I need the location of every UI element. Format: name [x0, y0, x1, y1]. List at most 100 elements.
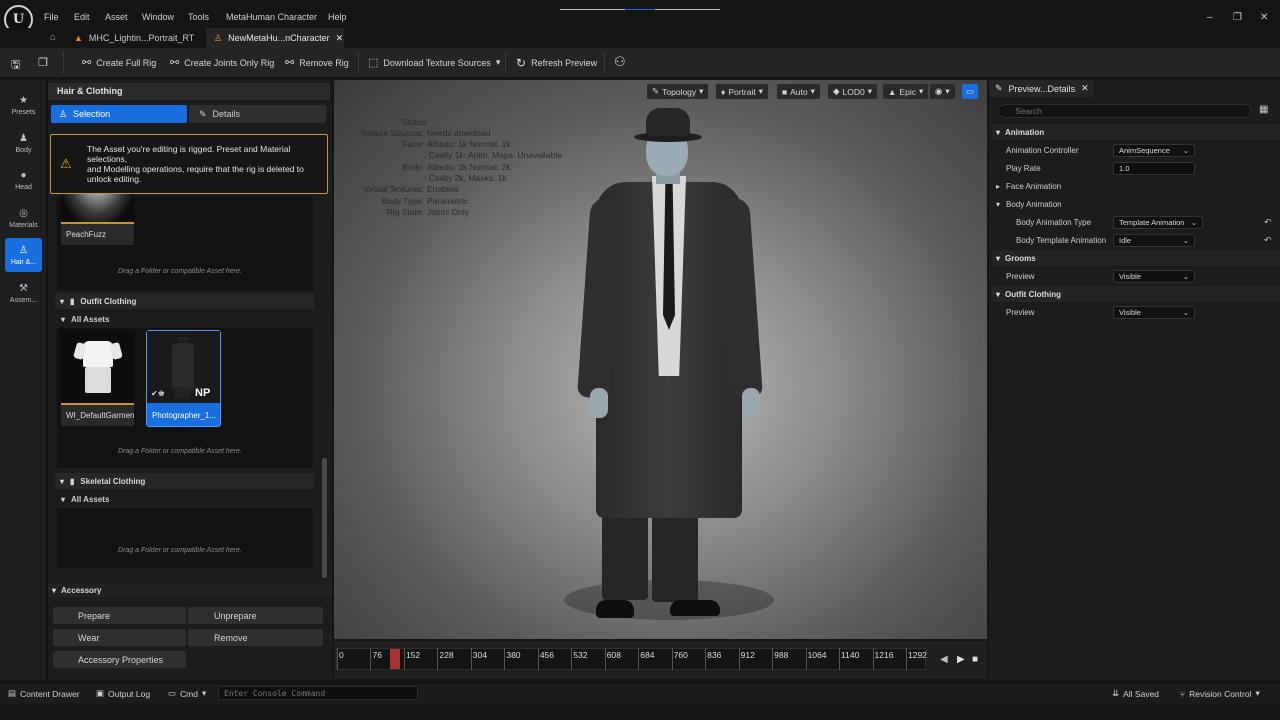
menu-window[interactable]: Window: [142, 12, 174, 22]
body-animation-type-dropdown[interactable]: Template Animation ⌄: [1113, 216, 1203, 229]
category-grooms[interactable]: ▾ Grooms: [992, 250, 1280, 266]
stats-toggle[interactable]: ▭: [962, 84, 979, 99]
skeletal-clothing-header[interactable]: ▾ ▮ Skeletal Clothing: [55, 473, 314, 489]
prop-face-animation[interactable]: ▸ Face Animation: [992, 177, 1280, 195]
camera-dropdown[interactable]: ■ Auto ▾: [777, 84, 820, 99]
texture-icon: ⬚: [368, 57, 379, 69]
category-animation[interactable]: ▾ Animation: [992, 124, 1280, 140]
timeline-tick-label: 456: [539, 650, 554, 660]
animation-controller-dropdown[interactable]: AnimSequence ⌄: [1113, 144, 1195, 157]
user-icon[interactable]: ⚇: [614, 54, 626, 70]
category-outfit-clothing[interactable]: ▾ Outfit Clothing: [992, 286, 1280, 302]
tab-new-metahuman-character[interactable]: ♙ NewMetaHu...nCharacter ✕: [206, 28, 344, 48]
photographer-tile[interactable]: ✔♚ NP Photographer_1...: [146, 330, 221, 427]
reset-icon[interactable]: ↶: [1264, 235, 1272, 246]
all-saved-button[interactable]: ⇊ All Saved: [1112, 688, 1159, 699]
menu-edit[interactable]: Edit: [74, 12, 90, 22]
lighting-dropdown[interactable]: ♦ Portrait ▾: [716, 84, 769, 99]
close-window-icon[interactable]: ✕: [1260, 12, 1268, 23]
menu-asset[interactable]: Asset: [105, 12, 128, 22]
content-drawer-button[interactable]: ▤ Content Drawer: [8, 688, 80, 699]
loading-progress-line: [560, 9, 720, 10]
grooms-preview-dropdown[interactable]: Visible ⌄: [1113, 270, 1195, 283]
category-label: Grooms: [1005, 253, 1036, 263]
outfit-clothing-header[interactable]: ▾ ▮ Outfit Clothing: [55, 293, 314, 309]
topology-dropdown[interactable]: ✎ Topology ▾: [647, 84, 709, 99]
play-icon[interactable]: ▶: [957, 654, 965, 665]
browse-asset-icon[interactable]: ❐: [38, 56, 48, 69]
menu-help[interactable]: Help: [328, 12, 347, 22]
sidebar-item-hair-clothing[interactable]: ♙ Hair &...: [5, 238, 42, 272]
tab-details[interactable]: ✎ Details: [189, 105, 326, 123]
save-icon[interactable]: 🖫: [11, 56, 20, 75]
chevron-down-icon: ▾: [867, 86, 873, 96]
prepare-button[interactable]: Prepare: [53, 607, 186, 624]
tab-lighting-portrait[interactable]: ▲ MHC_Lightin...Portrait_RT: [66, 28, 202, 48]
menu-metahuman-character[interactable]: MetaHuman Character: [226, 12, 317, 22]
timeline-tick: [470, 648, 472, 670]
timeline-track[interactable]: [336, 648, 926, 670]
unprepare-button[interactable]: Unprepare: [188, 607, 323, 624]
pill-label: Topology: [662, 86, 697, 97]
menu-tools[interactable]: Tools: [188, 12, 209, 22]
close-tab-icon[interactable]: ✕: [336, 33, 344, 44]
tab-selection[interactable]: ♙ Selection: [51, 105, 187, 123]
default-garment-tile[interactable]: WI_DefaultGarment: [61, 331, 134, 426]
view-options-dropdown[interactable]: ◉ ▾: [930, 84, 955, 99]
prop-body-animation[interactable]: ▾ Body Animation: [992, 195, 1280, 213]
minimize-icon[interactable]: –: [1207, 12, 1213, 23]
pencil-icon: ✎: [199, 108, 207, 119]
menu-file[interactable]: File: [44, 12, 59, 22]
sb-label: Content Drawer: [20, 688, 80, 699]
sidebar-item-assembly[interactable]: ⚒ Assem...: [5, 276, 42, 310]
sidebar-item-materials[interactable]: ◎ Materials: [5, 201, 42, 235]
body-template-animation-dropdown[interactable]: Idle ⌄: [1113, 234, 1195, 247]
play-rate-input[interactable]: 1.0: [1113, 162, 1195, 175]
revision-control-button[interactable]: ⑂ Revision Control ▾: [1180, 688, 1260, 699]
create-full-rig-button[interactable]: ⚯ Create Full Rig: [82, 56, 156, 69]
grid-view-icon[interactable]: ▦: [1259, 104, 1268, 115]
outfit-preview-dropdown[interactable]: Visible ⌄: [1113, 306, 1195, 319]
tab-label: Preview...Details: [1008, 83, 1076, 94]
remove-rig-button[interactable]: ⚯ Remove Rig: [285, 56, 349, 69]
download-texture-sources-button[interactable]: ⬚ Download Texture Sources ▾: [368, 56, 500, 69]
maximize-icon[interactable]: ❐: [1233, 12, 1242, 23]
stop-icon[interactable]: ■: [972, 654, 978, 665]
lod-dropdown[interactable]: ◆ LOD0 ▾: [828, 84, 878, 99]
create-joints-rig-label: Create Joints Only Rig: [184, 57, 275, 68]
light-icon: ♦: [721, 86, 726, 97]
quality-dropdown[interactable]: ▲ Epic ▾: [883, 84, 929, 99]
panel-scrollbar-thumb[interactable]: [322, 458, 327, 578]
level-icon: ▲: [74, 33, 83, 43]
reset-icon[interactable]: ↶: [1264, 217, 1272, 228]
chevron-down-icon: ⌄: [1182, 236, 1189, 245]
sidebar-label: Assem...: [9, 296, 38, 304]
remove-button[interactable]: Remove: [188, 629, 323, 646]
console-command-input[interactable]: [218, 686, 418, 700]
timeline-playhead[interactable]: [390, 649, 400, 669]
outfit-all-assets-header[interactable]: ▾ All Assets: [57, 312, 313, 327]
sidebar-item-body[interactable]: ♟ Body: [5, 126, 42, 160]
cmd-dropdown[interactable]: ▭ Cmd ▾: [168, 688, 206, 699]
close-tab-icon[interactable]: ✕: [1081, 83, 1089, 94]
sidebar-item-presets[interactable]: ★ Presets: [5, 88, 42, 122]
dropdown-value: Visible: [1119, 272, 1141, 281]
refresh-preview-button[interactable]: ↻ Refresh Preview: [516, 56, 597, 70]
step-back-icon[interactable]: ◀: [940, 654, 948, 665]
home-icon[interactable]: ⌂: [50, 32, 56, 43]
status-value: Albedo: 2k Normal: 2k: [427, 162, 511, 172]
accessory-header[interactable]: ▾ Accessory: [48, 583, 332, 597]
accessory-properties-button[interactable]: Accessory Properties: [53, 651, 186, 668]
create-joints-only-rig-button[interactable]: ⚯ Create Joints Only Rig: [170, 56, 274, 69]
skeletal-asset-area: [57, 508, 313, 568]
topology-icon: ✎: [652, 86, 660, 96]
skeletal-all-assets-header[interactable]: ▾ All Assets: [57, 492, 313, 507]
timeline-tick-label: 152: [405, 650, 421, 660]
output-log-button[interactable]: ▣ Output Log: [96, 688, 150, 699]
tab-preview-details[interactable]: ✎ Preview...Details ✕: [989, 80, 1094, 97]
dropdown-value: AnimSequence: [1119, 146, 1170, 155]
wear-button[interactable]: Wear: [53, 629, 186, 646]
tab-label: NewMetaHu...nCharacter: [228, 33, 330, 43]
details-search-input[interactable]: [998, 104, 1251, 118]
sidebar-item-head[interactable]: ● Head: [5, 163, 42, 197]
